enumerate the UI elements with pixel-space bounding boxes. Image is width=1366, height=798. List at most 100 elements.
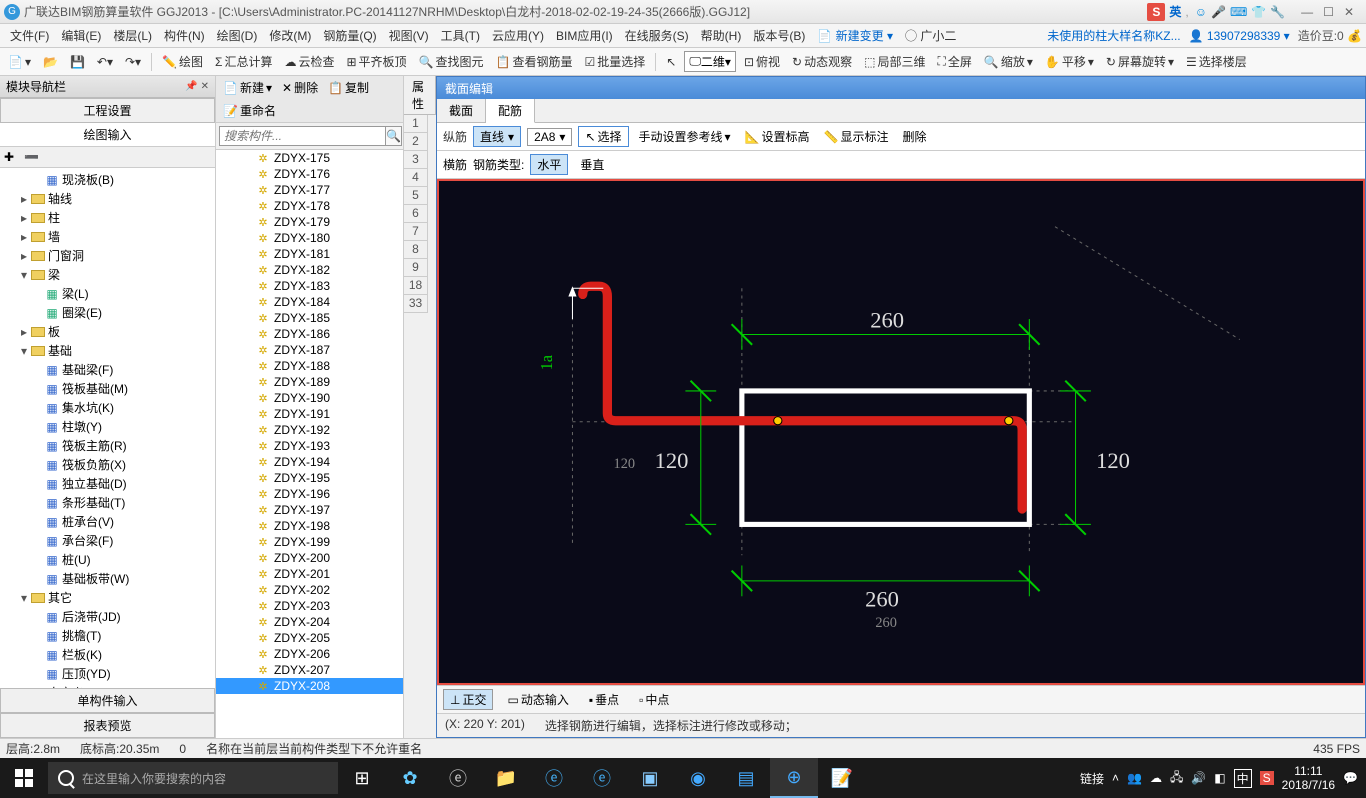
ime-toolbar[interactable]: ☺🎤⌨👕🔧 (1193, 5, 1287, 19)
menu-item[interactable]: 在线服务(S) (619, 29, 695, 43)
app-icon-5[interactable]: 📝 (818, 758, 866, 798)
tree-node[interactable]: ▸柱 (0, 208, 215, 227)
tree-node[interactable]: ▸板 (0, 322, 215, 341)
select-button[interactable]: ↖ 选择 (578, 126, 628, 147)
component-item[interactable]: ✲ZDYX-202 (216, 582, 403, 598)
component-item[interactable]: ✲ZDYX-199 (216, 534, 403, 550)
tree-node[interactable]: ▦梁(L) (0, 284, 215, 303)
component-item[interactable]: ✲ZDYX-175 (216, 150, 403, 166)
view-full[interactable]: ⛶ 全屏 (933, 53, 975, 70)
component-item[interactable]: ✲ZDYX-194 (216, 454, 403, 470)
tray-app[interactable]: ◧ (1214, 771, 1225, 785)
row-num[interactable]: 6 (404, 205, 427, 223)
tray-link[interactable]: 链接 (1080, 770, 1104, 787)
component-item[interactable]: ✲ZDYX-195 (216, 470, 403, 486)
menu-item[interactable]: 帮助(H) (695, 29, 748, 43)
component-item[interactable]: ✲ZDYX-176 (216, 166, 403, 182)
mid-snap[interactable]: ▫ 中点 (633, 690, 675, 709)
row-num[interactable]: 9 (404, 259, 427, 277)
component-item[interactable]: ✲ZDYX-197 (216, 502, 403, 518)
menu-item[interactable]: 文件(F) (4, 29, 55, 43)
row-num[interactable]: 7 (404, 223, 427, 241)
view-pan[interactable]: ✋ 平移 ▾ (1041, 53, 1098, 70)
component-item[interactable]: ✲ZDYX-192 (216, 422, 403, 438)
row-num[interactable]: 4 (404, 169, 427, 187)
tree-node[interactable]: ▦基础梁(F) (0, 360, 215, 379)
tray-people[interactable]: 👥 (1127, 771, 1142, 785)
view-rotate[interactable]: ↻ 屏幕旋转 ▾ (1102, 53, 1178, 70)
menu-item[interactable]: 编辑(E) (55, 29, 107, 43)
minimize-button[interactable]: — (1301, 5, 1313, 19)
tree-node[interactable]: ▦后浇带(JD) (0, 607, 215, 626)
user-phone[interactable]: 👤 13907298339 ▾ (1189, 29, 1290, 43)
tree-node[interactable]: ▦柱墩(Y) (0, 417, 215, 436)
mode-combo[interactable]: 直线▾ (473, 126, 521, 147)
component-item[interactable]: ✲ZDYX-187 (216, 342, 403, 358)
component-item[interactable]: ✲ZDYX-203 (216, 598, 403, 614)
menu-item[interactable]: 版本号(B) (747, 29, 811, 43)
tree-node[interactable]: ▦集水坑(K) (0, 398, 215, 417)
menu-item[interactable]: 绘图(D) (211, 29, 264, 43)
component-item[interactable]: ✲ZDYX-178 (216, 198, 403, 214)
manual-refline[interactable]: 手动设置参考线 ▾ (635, 127, 735, 146)
tool-cloud[interactable]: ☁ 云检查 (280, 53, 338, 70)
tab-property[interactable]: 属性 (404, 76, 436, 114)
component-item[interactable]: ✲ZDYX-190 (216, 390, 403, 406)
menu-item[interactable]: 楼层(L) (107, 29, 158, 43)
tree-node[interactable]: ▾梁 (0, 265, 215, 284)
tree-node[interactable]: ▦挑檐(T) (0, 626, 215, 645)
menu-item[interactable]: 云应用(Y) (486, 29, 550, 43)
tree-node[interactable]: ▾基础 (0, 341, 215, 360)
tree-node[interactable]: ▾其它 (0, 588, 215, 607)
view-zoom[interactable]: 🔍 缩放 ▾ (980, 53, 1037, 70)
tool-align[interactable]: ⊞ 平齐板顶 (342, 53, 410, 70)
spec-combo[interactable]: 2A8 ▾ (527, 128, 572, 146)
tree-node[interactable]: ▦压顶(YD) (0, 664, 215, 683)
row-num[interactable]: 1 (404, 115, 427, 133)
view-orbit[interactable]: ↻ 动态观察 (788, 53, 856, 70)
set-elevation[interactable]: 📐 设置标高 (741, 127, 814, 146)
row-num[interactable]: 18 (404, 277, 427, 295)
menu-newchange[interactable]: 📄 新建变更 ▾ (811, 27, 899, 44)
component-item[interactable]: ✲ZDYX-179 (216, 214, 403, 230)
ime-indicator[interactable]: S 英 , ☺🎤⌨👕🔧 (1147, 3, 1287, 21)
component-item[interactable]: ✲ZDYX-207 (216, 662, 403, 678)
opt-vertical[interactable]: 垂直 (574, 155, 610, 174)
tree-node[interactable]: ▦独立基础(D) (0, 474, 215, 493)
component-item[interactable]: ✲ZDYX-204 (216, 614, 403, 630)
menu-item[interactable]: BIM应用(I) (550, 29, 619, 43)
search-input[interactable] (219, 126, 386, 146)
tool-arrow[interactable]: ↖ (662, 55, 680, 69)
ortho-toggle[interactable]: ⊥ 正交 (443, 689, 493, 710)
component-item[interactable]: ✲ZDYX-191 (216, 406, 403, 422)
tool-save[interactable]: 💾 (66, 55, 89, 69)
tab-single[interactable]: 单构件输入 (0, 688, 215, 713)
show-annot[interactable]: 📏 显示标注 (820, 127, 893, 146)
component-item[interactable]: ✲ZDYX-200 (216, 550, 403, 566)
tool-undo[interactable]: ↶▾ (93, 55, 117, 69)
app-icon-active[interactable]: ⊕ (770, 758, 818, 798)
component-item[interactable]: ✲ZDYX-196 (216, 486, 403, 502)
tab-report[interactable]: 报表预览 (0, 713, 215, 738)
component-item[interactable]: ✲ZDYX-185 (216, 310, 403, 326)
tray-s[interactable]: S (1260, 771, 1274, 785)
app-icon-4[interactable]: ▤ (722, 758, 770, 798)
tree-node[interactable]: ▦桩承台(V) (0, 512, 215, 531)
taskview-icon[interactable]: ⊞ (338, 758, 386, 798)
app-icon-2[interactable]: ▣ (626, 758, 674, 798)
comp-del[interactable]: ✕删除 (279, 78, 321, 97)
tree-node[interactable]: ▦筏板负筋(X) (0, 455, 215, 474)
tree-node[interactable]: ▦基础板带(W) (0, 569, 215, 588)
view-top[interactable]: ⊡ 俯视 (740, 53, 784, 70)
explorer-icon[interactable]: 📁 (482, 758, 530, 798)
component-item[interactable]: ✲ZDYX-189 (216, 374, 403, 390)
tree-node[interactable]: ▦筏板主筋(R) (0, 436, 215, 455)
component-item[interactable]: ✲ZDYX-193 (216, 438, 403, 454)
row-num[interactable]: 2 (404, 133, 427, 151)
close-button[interactable]: ✕ (1344, 5, 1354, 19)
tray-vol[interactable]: 🔊 (1191, 771, 1206, 785)
component-item[interactable]: ✲ZDYX-181 (216, 246, 403, 262)
tool-rebar[interactable]: 📋 查看钢筋量 (492, 53, 577, 70)
ie-icon[interactable]: ⓔ (578, 758, 626, 798)
comp-copy[interactable]: 📋复制 (325, 78, 372, 97)
